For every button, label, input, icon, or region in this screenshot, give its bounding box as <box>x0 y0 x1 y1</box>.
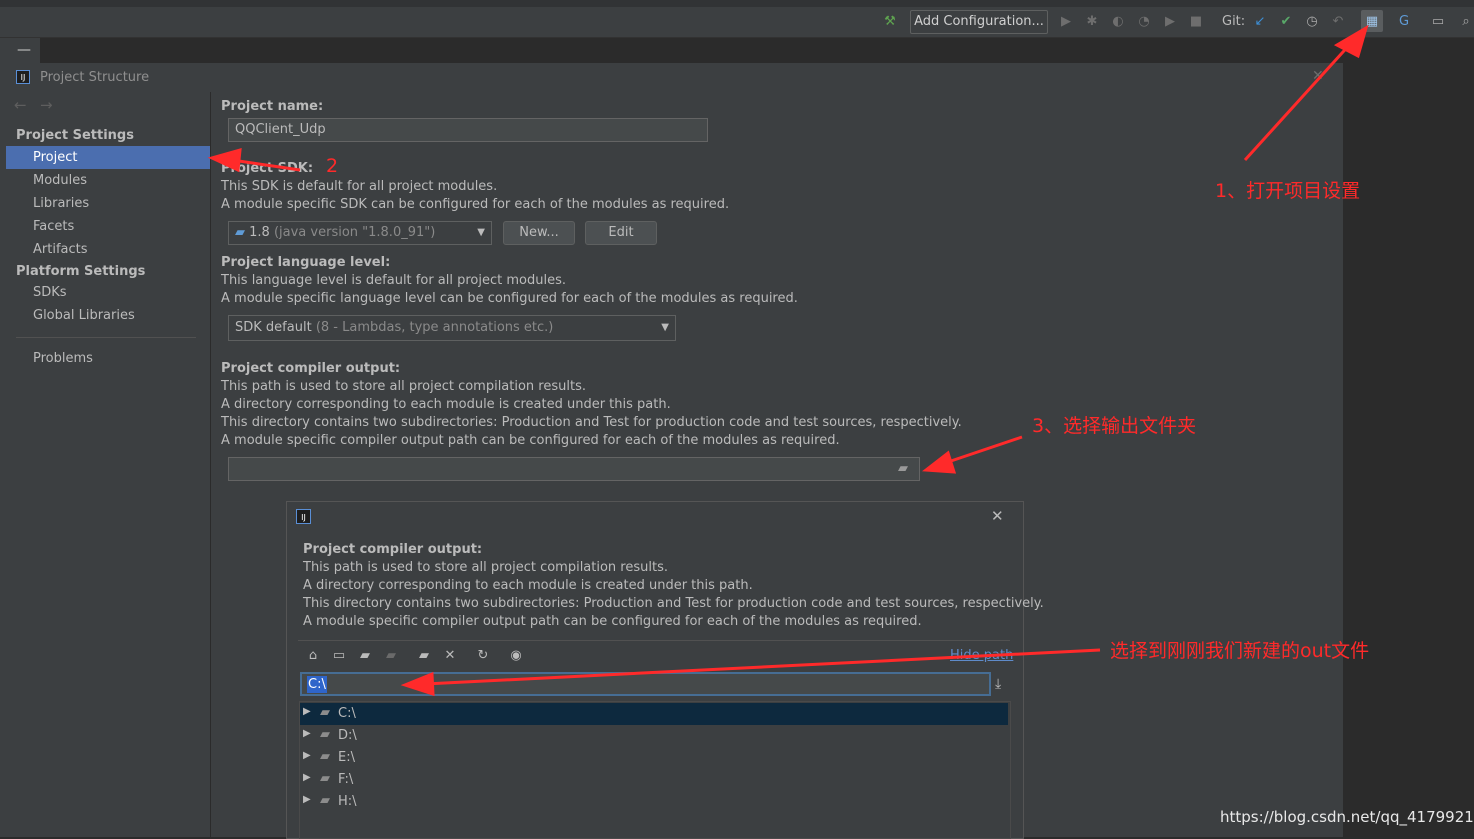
arrow-3-line <box>944 435 1023 465</box>
annotation-step-3: 3、选择输出文件夹 <box>1032 415 1197 437</box>
arrow-2-head <box>207 147 242 173</box>
annotation-step-4: 选择到刚刚我们新建的out文件 <box>1110 640 1370 662</box>
arrow-1-line <box>1243 40 1354 162</box>
annotation-step-2: 2 <box>326 155 339 177</box>
arrow-2-line <box>231 158 301 172</box>
arrow-4-line <box>424 648 1101 686</box>
watermark: https://blog.csdn.net/qq_41799219 <box>1220 808 1474 826</box>
annotation-step-1: 1、打开项目设置 <box>1215 180 1361 202</box>
annotation-arrows <box>207 24 1369 697</box>
arrow-4-head <box>400 671 435 697</box>
arrow-3-head <box>921 450 957 474</box>
